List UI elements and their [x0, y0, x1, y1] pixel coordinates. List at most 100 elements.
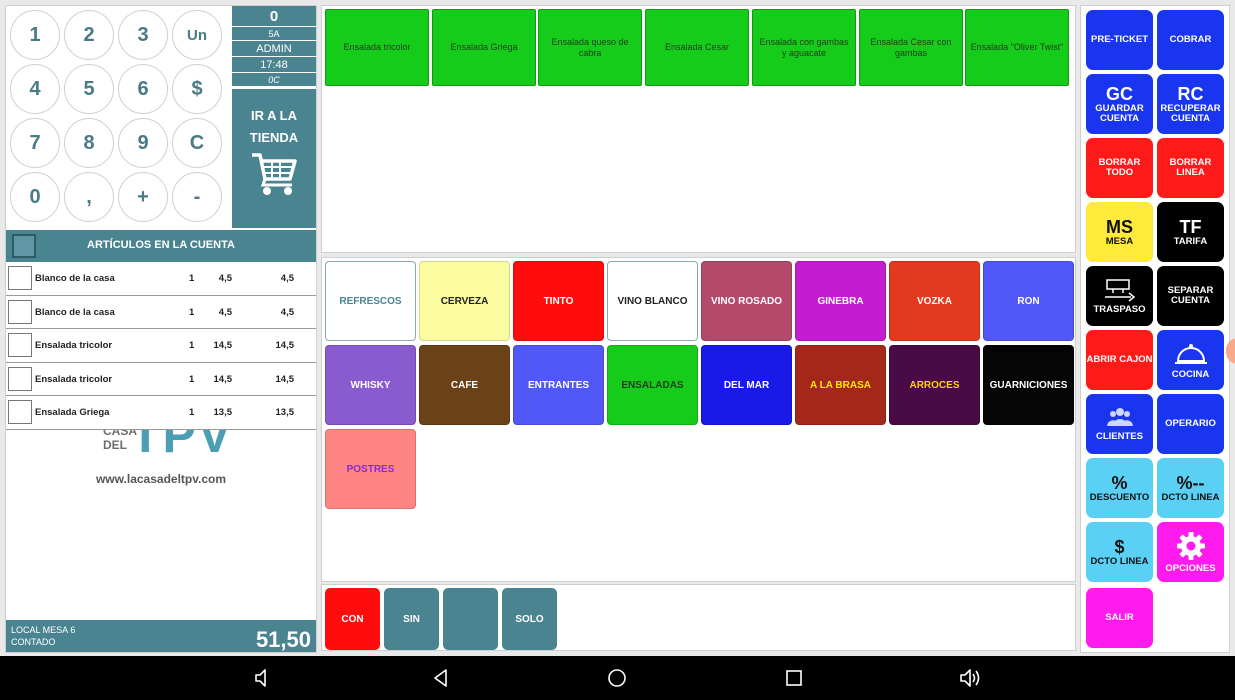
back-icon[interactable] — [429, 666, 453, 690]
item-price: 14,5 — [213, 340, 233, 352]
clientes-button[interactable]: CLIENTES — [1086, 394, 1153, 454]
item-total: 14,5 — [275, 340, 295, 352]
descuento-button[interactable]: % DESCUENTO — [1086, 458, 1153, 518]
account-row[interactable]: Ensalada Griega 1 13,5 13,5 — [6, 396, 316, 430]
abrir-cajon-button[interactable]: ABRIR CAJON — [1086, 330, 1153, 390]
key-unit[interactable]: Un — [172, 10, 222, 60]
modifier-con-button[interactable]: CON — [325, 588, 380, 650]
item-qty: 1 — [189, 373, 195, 385]
cobrar-button[interactable]: COBRAR — [1157, 10, 1224, 70]
modifier-blank-button[interactable] — [443, 588, 498, 650]
product-button[interactable]: Ensalada queso de cabra — [538, 9, 642, 86]
item-qty: 1 — [189, 306, 195, 318]
item-qty: 1 — [189, 407, 195, 419]
modifier-solo-button[interactable]: SOLO — [502, 588, 557, 650]
tarifa-button[interactable]: TF TARIFA — [1157, 202, 1224, 262]
row-checkbox[interactable] — [8, 333, 32, 358]
key-5[interactable]: 5 — [64, 64, 114, 114]
family-button[interactable]: DEL MAR — [701, 345, 792, 425]
family-grid: REFRESCOS CERVEZA TINTO VINO BLANCO VINO… — [321, 257, 1076, 582]
volume-down-icon[interactable] — [251, 666, 275, 690]
volume-up-icon[interactable] — [958, 666, 982, 690]
product-button[interactable]: Ensalada Griega — [432, 9, 536, 86]
family-button[interactable]: ENSALADAS — [607, 345, 698, 425]
account-title: ARTÍCULOS EN LA CUENTA — [87, 239, 235, 251]
key-plus[interactable]: + — [118, 172, 168, 222]
family-button[interactable]: TINTO — [513, 261, 604, 341]
key-comma[interactable]: , — [64, 172, 114, 222]
key-4[interactable]: 4 — [10, 64, 60, 114]
family-button[interactable]: VINO BLANCO — [607, 261, 698, 341]
family-button[interactable]: REFRESCOS — [325, 261, 416, 341]
family-button[interactable]: A LA BRASA — [795, 345, 886, 425]
dcto-linea-amount-button[interactable]: $ DCTO LINEA — [1086, 522, 1153, 582]
product-button[interactable]: Ensalada con gambas y aguacate — [752, 9, 856, 86]
product-button[interactable]: Ensalada Cesar con gambas — [859, 9, 963, 86]
account-header: ARTÍCULOS EN LA CUENTA — [6, 230, 316, 262]
account-row[interactable]: Blanco de la casa 1 4,5 4,5 — [6, 295, 316, 330]
key-7[interactable]: 7 — [10, 118, 60, 168]
key-9[interactable]: 9 — [118, 118, 168, 168]
go-to-shop-button[interactable]: IR A LA TIENDA — [232, 89, 316, 228]
transfer-icon — [1104, 278, 1135, 302]
product-button[interactable]: Ensalada tricolor — [325, 9, 429, 86]
account-row[interactable]: Ensalada tricolor 1 14,5 14,5 — [6, 329, 316, 363]
dcto-linea-percent-button[interactable]: %-- DCTO LINEA — [1157, 458, 1224, 518]
row-checkbox[interactable] — [8, 366, 32, 391]
item-name: Blanco de la casa — [35, 306, 115, 318]
family-button[interactable]: CAFE — [419, 345, 510, 425]
pos-screen: 1 2 3 Un 4 5 6 $ 7 8 9 C 0 , + - 0 5A AD… — [0, 0, 1235, 700]
family-button[interactable]: CERVEZA — [419, 261, 510, 341]
salir-button[interactable]: SALIR — [1086, 588, 1153, 648]
product-button[interactable]: Ensalada "Oliver Twist" — [965, 9, 1069, 86]
key-0[interactable]: 0 — [10, 172, 60, 222]
operario-button[interactable]: OPERARIO — [1157, 394, 1224, 454]
family-button[interactable]: WHISKY — [325, 345, 416, 425]
account-row[interactable]: Ensalada tricolor 1 14,5 14,5 — [6, 362, 316, 397]
item-total: 4,5 — [280, 306, 294, 318]
key-dollar[interactable]: $ — [172, 64, 222, 114]
mesa-button[interactable]: MS MESA — [1086, 202, 1153, 262]
action-label: MESA — [1105, 236, 1134, 247]
family-button[interactable]: VOZKA — [889, 261, 980, 341]
key-2[interactable]: 2 — [64, 10, 114, 60]
guardar-cuenta-button[interactable]: GC GUARDAR CUENTA — [1086, 74, 1153, 134]
key-3[interactable]: 3 — [118, 10, 168, 60]
pre-ticket-button[interactable]: PRE-TICKET — [1086, 10, 1153, 70]
android-nav-bar — [0, 656, 1235, 700]
account-items: Blanco de la casa 1 4,5 4,5 Blanco de la… — [6, 262, 316, 430]
cocina-button[interactable]: COCINA — [1157, 330, 1224, 390]
separar-cuenta-button[interactable]: SEPARAR CUENTA — [1157, 266, 1224, 326]
modifier-sin-button[interactable]: SIN — [384, 588, 439, 650]
product-button[interactable]: Ensalada Cesar — [645, 9, 749, 86]
key-1[interactable]: 1 — [10, 10, 60, 60]
action-label: RECUPERAR CUENTA — [1160, 103, 1221, 124]
borrar-linea-button[interactable]: BORRAR LINEA — [1157, 138, 1224, 198]
family-button[interactable]: ENTRANTES — [513, 345, 604, 425]
opciones-button[interactable]: OPCIONES — [1157, 522, 1224, 582]
traspaso-button[interactable]: TRASPASO — [1086, 266, 1153, 326]
key-clear[interactable]: C — [172, 118, 222, 168]
key-minus[interactable]: - — [172, 172, 222, 222]
family-button[interactable]: GUARNICIONES — [983, 345, 1074, 425]
family-button[interactable]: GINEBRA — [795, 261, 886, 341]
borrar-todo-button[interactable]: BORRAR TODO — [1086, 138, 1153, 198]
key-6[interactable]: 6 — [118, 64, 168, 114]
row-checkbox[interactable] — [8, 299, 32, 324]
action-label: OPCIONES — [1165, 562, 1216, 574]
family-button[interactable]: POSTRES — [325, 429, 416, 509]
family-button[interactable]: RON — [983, 261, 1074, 341]
brand-logo: CASA DEL TPV www.lacasadeltpv.com — [6, 430, 316, 500]
key-8[interactable]: 8 — [64, 118, 114, 168]
logo-url: www.lacasadeltpv.com — [95, 472, 227, 486]
family-button[interactable]: ARROCES — [889, 345, 980, 425]
recuperar-cuenta-button[interactable]: RC RECUPERAR CUENTA — [1157, 74, 1224, 134]
item-qty: 1 — [189, 340, 195, 352]
home-icon[interactable] — [605, 666, 629, 690]
row-checkbox[interactable] — [8, 266, 32, 290]
left-panel: 1 2 3 Un 4 5 6 $ 7 8 9 C 0 , + - 0 5A AD… — [5, 5, 317, 653]
account-row[interactable]: Blanco de la casa 1 4,5 4,5 — [6, 262, 316, 296]
recents-icon[interactable] — [782, 666, 806, 690]
family-button[interactable]: VINO ROSADO — [701, 261, 792, 341]
row-checkbox[interactable] — [8, 400, 32, 425]
